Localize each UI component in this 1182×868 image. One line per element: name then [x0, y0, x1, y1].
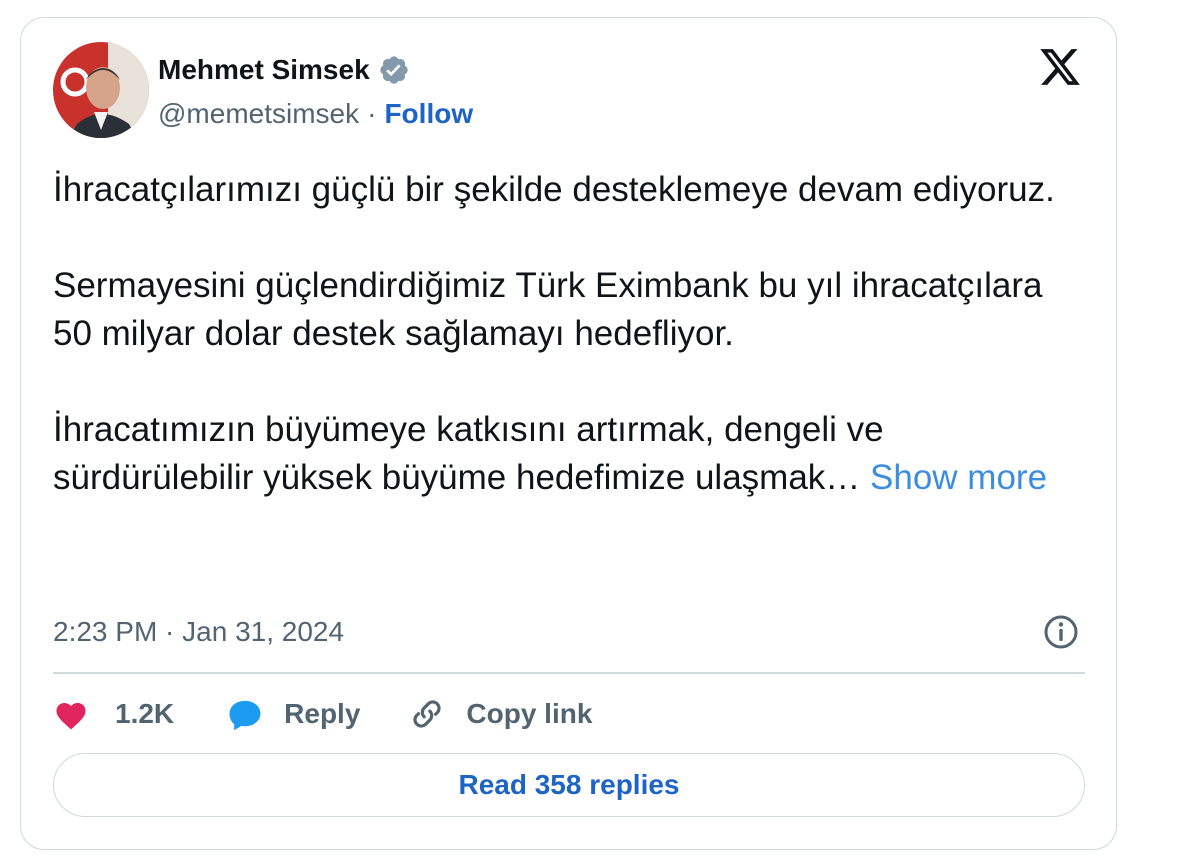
reply-button[interactable]: Reply [226, 697, 360, 731]
like-count: 1.2K [115, 698, 175, 729]
divider [53, 672, 1085, 674]
read-replies-button[interactable]: Read 358 replies [53, 753, 1085, 817]
reply-label: Reply [284, 698, 361, 729]
tweet-text: İhracatçılarımızı güçlü bir şekilde dest… [53, 166, 1083, 502]
link-icon [413, 700, 442, 728]
like-button[interactable]: 1.2K [53, 698, 174, 730]
verified-badge-icon [378, 54, 410, 86]
read-replies-label: Read 358 replies [458, 769, 680, 800]
separator-dot: · [367, 98, 377, 129]
show-more-link[interactable]: Show more [870, 458, 1047, 497]
author-handle[interactable]: @memetsimsek [158, 97, 359, 131]
handle-row: @memetsimsek · Follow [158, 97, 473, 131]
author-row: Mehmet Simsek [158, 52, 410, 88]
heart-icon [56, 702, 86, 730]
copy-link-button[interactable]: Copy link [408, 695, 592, 733]
info-icon[interactable] [1043, 614, 1079, 650]
copy-link-label: Copy link [466, 698, 593, 729]
author-name[interactable]: Mehmet Simsek [158, 52, 370, 88]
avatar[interactable] [53, 42, 149, 138]
tweet-body: İhracatçılarımızı güçlü bir şekilde dest… [53, 170, 1055, 497]
x-logo-icon[interactable] [1037, 45, 1083, 89]
tweet-timestamp[interactable]: 2:23 PM · Jan 31, 2024 [53, 614, 344, 650]
speech-bubble-icon [229, 700, 261, 731]
action-bar: 1.2K Reply Copy link [53, 692, 592, 736]
follow-button[interactable]: Follow [384, 97, 473, 131]
